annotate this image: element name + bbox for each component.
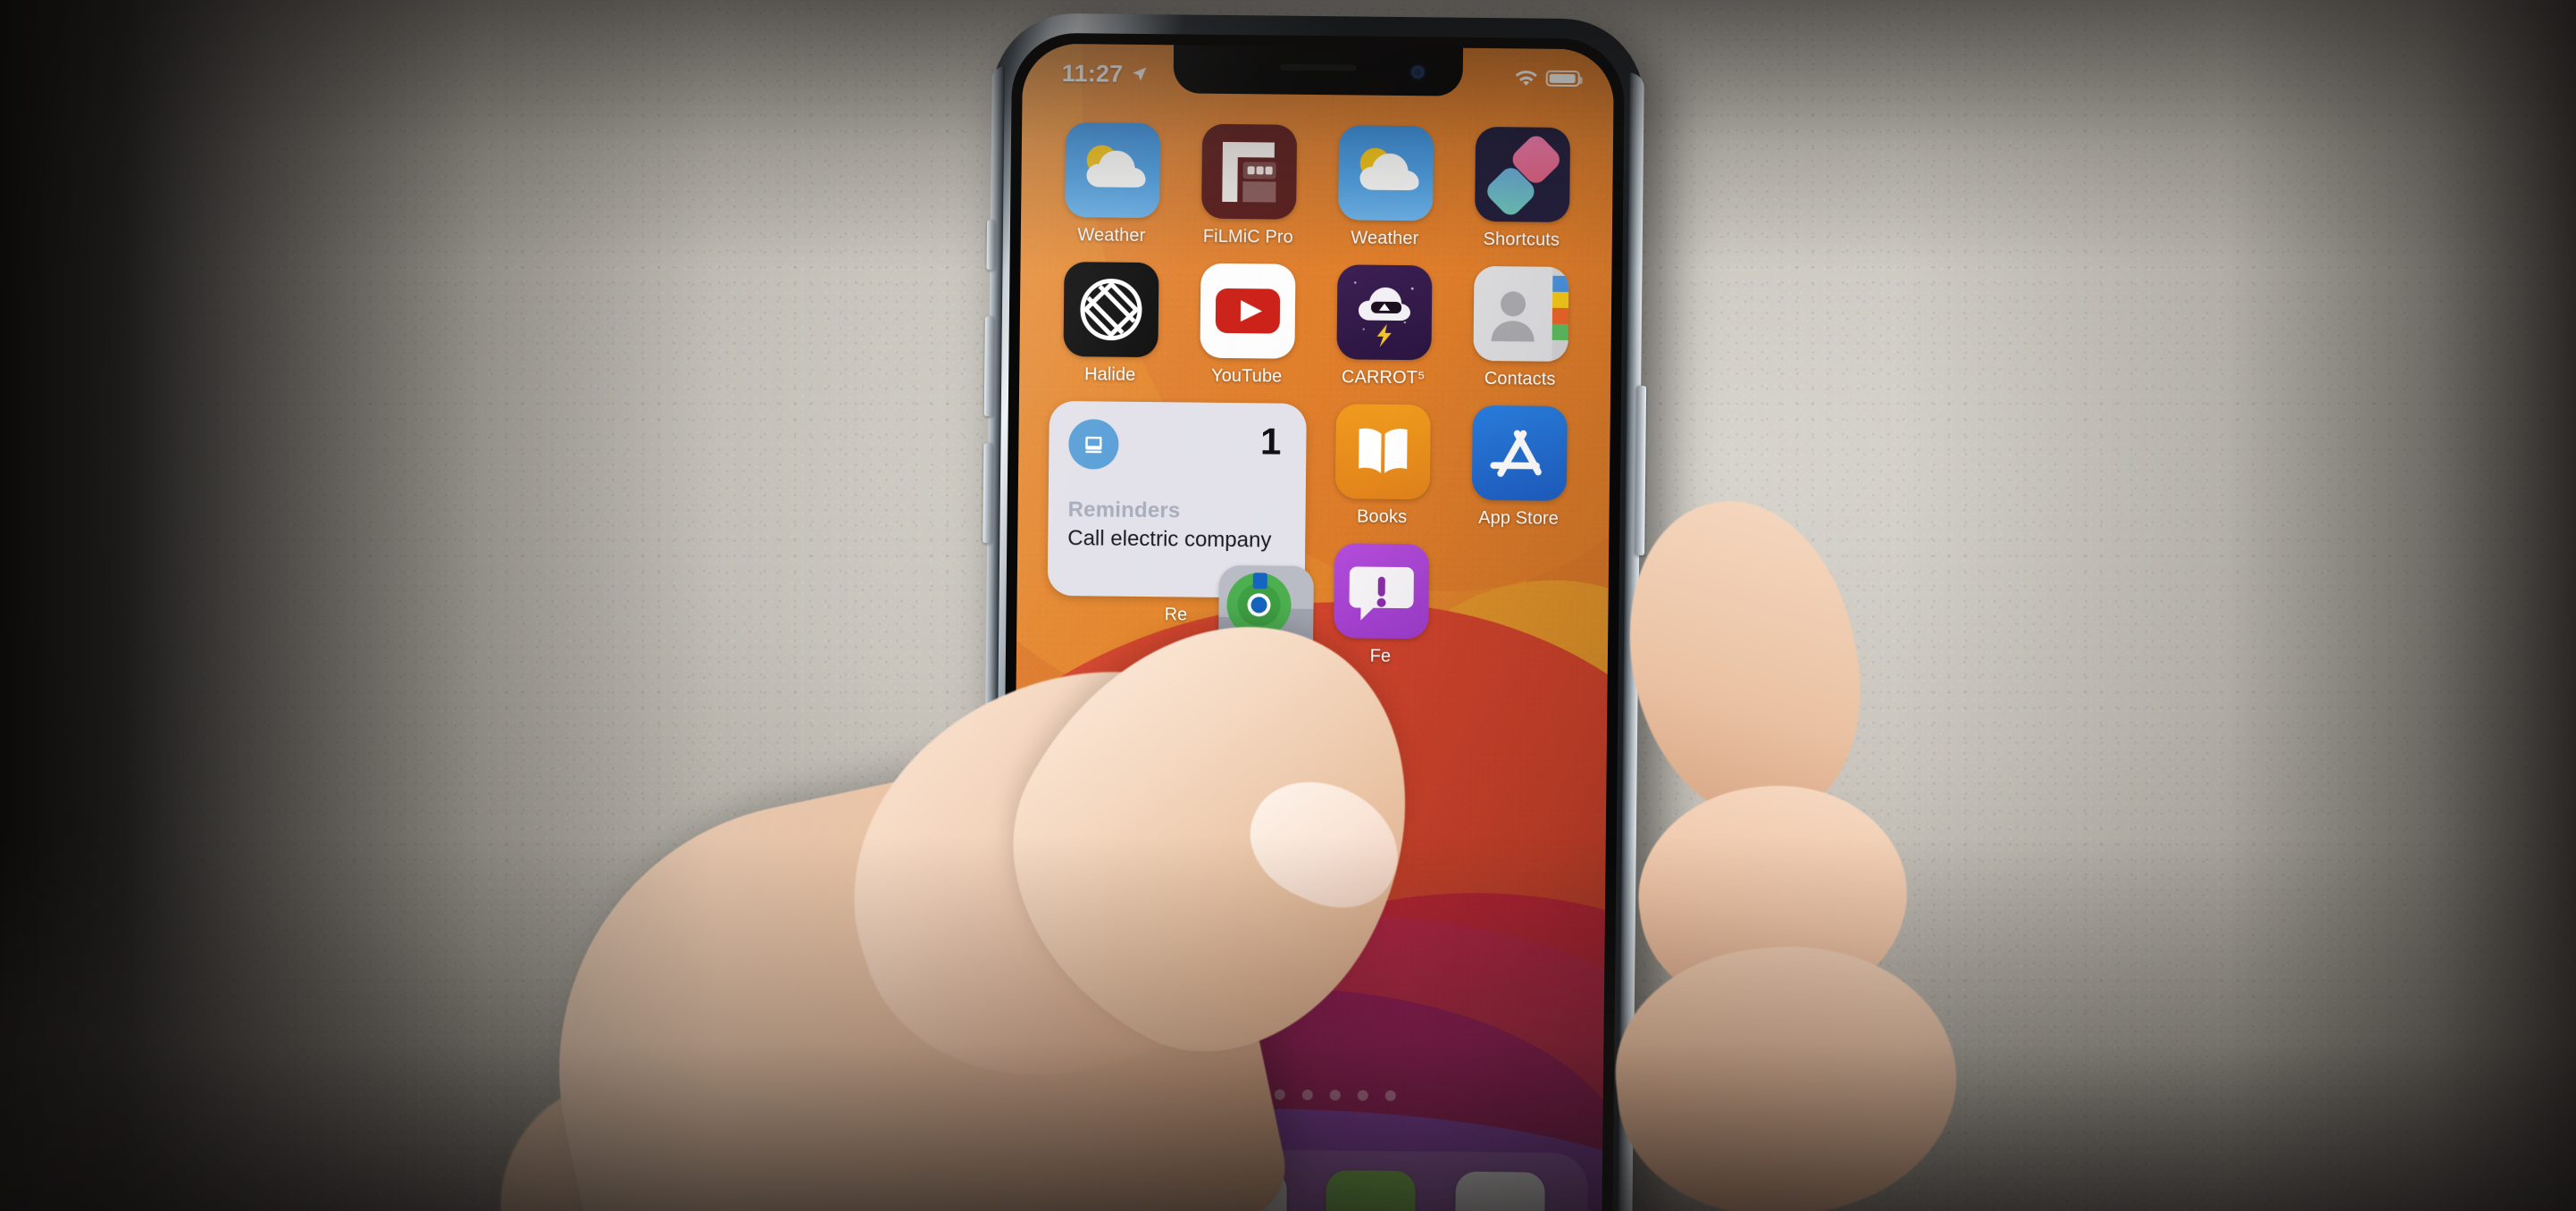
app-halide[interactable]: Halide bbox=[1050, 262, 1171, 386]
app-label: App Store bbox=[1478, 507, 1560, 529]
app-feedback[interactable]: Fe bbox=[1320, 543, 1442, 667]
app-app-store[interactable]: App Store bbox=[1458, 405, 1579, 530]
app-row-3: 1 Reminders Call electric company Re Boo… bbox=[1047, 400, 1580, 669]
volume-down-button[interactable] bbox=[983, 443, 993, 544]
feedback-icon bbox=[1333, 543, 1429, 639]
app-label: Books bbox=[1356, 506, 1408, 528]
app-books[interactable]: Books bbox=[1321, 404, 1443, 528]
app-youtube[interactable]: YouTube bbox=[1186, 263, 1308, 388]
app-label: Halide bbox=[1083, 364, 1136, 385]
contacts-icon bbox=[1472, 265, 1569, 362]
app-store-icon bbox=[1471, 405, 1568, 501]
app-row-2: Halide YouTube CARROT⁵ Contacts bbox=[1050, 262, 1581, 390]
photo-scene: 11:27 bbox=[0, 0, 2576, 1211]
reminders-icon bbox=[1068, 419, 1119, 470]
app-label: Fe bbox=[1369, 646, 1392, 666]
power-button[interactable] bbox=[1635, 385, 1647, 555]
app-label: CARROT⁵ bbox=[1341, 367, 1426, 388]
app-contacts[interactable]: Contacts bbox=[1459, 265, 1581, 390]
app-label: Contacts bbox=[1484, 369, 1556, 389]
app-label: Find My bbox=[1233, 668, 1298, 689]
reminders-count: 1 bbox=[1259, 420, 1282, 463]
app-find-my[interactable]: Find My bbox=[1217, 564, 1314, 689]
carrot-weather-icon bbox=[1335, 264, 1433, 361]
halide-icon bbox=[1062, 262, 1159, 358]
app-label: YouTube bbox=[1210, 365, 1283, 387]
find-my-icon bbox=[1217, 564, 1314, 662]
volume-up-button[interactable] bbox=[983, 316, 994, 417]
books-feedback-column: Books Fe bbox=[1320, 404, 1443, 667]
widget-task-text: Call electric company bbox=[1067, 526, 1272, 553]
youtube-icon bbox=[1199, 263, 1296, 359]
widget-app-name: Reminders bbox=[1067, 497, 1181, 523]
app-carrot-weather[interactable]: CARROT⁵ bbox=[1323, 264, 1444, 388]
books-icon bbox=[1334, 404, 1431, 500]
vignette-bottom bbox=[0, 836, 2576, 1211]
widget-header: 1 bbox=[1068, 419, 1287, 472]
appstore-column: App Store bbox=[1457, 405, 1580, 669]
